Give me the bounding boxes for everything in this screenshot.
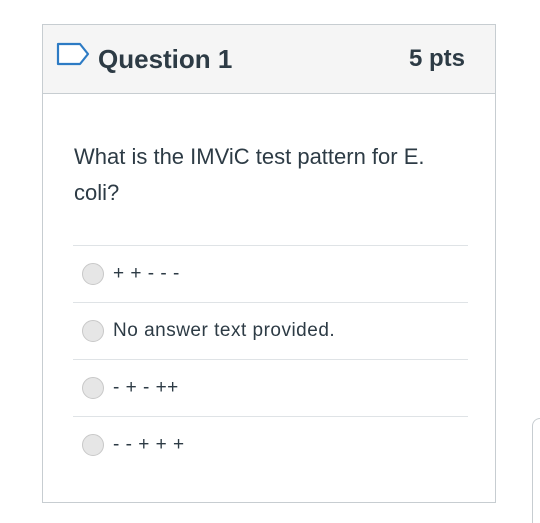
quiz-page: Question 1 5 pts What is the IMViC test … [0,0,540,523]
radio-button[interactable] [82,263,104,285]
answer-label[interactable]: + + - - - [113,260,180,288]
flag-outline-icon[interactable] [56,42,90,66]
radio-button[interactable] [82,377,104,399]
question-points: 5 pts [408,45,465,72]
radio-button[interactable] [82,434,104,456]
answer-list: + + - - - No answer text provided. - + -… [73,245,468,473]
answer-option[interactable]: - - + + + [73,416,468,473]
question-card: Question 1 5 pts What is the IMViC test … [42,24,496,503]
question-header: Question 1 5 pts [43,25,495,94]
question-title: Question 1 [98,44,233,74]
answer-label[interactable]: No answer text provided. [113,317,335,345]
answer-option[interactable]: + + - - - [73,245,468,302]
question-text: What is the IMViC test pattern for E. co… [74,144,425,205]
answer-label[interactable]: - + - ++ [113,374,179,402]
answer-option[interactable]: No answer text provided. [73,302,468,359]
answer-label[interactable]: - - + + + [113,431,185,459]
adjacent-panel-edge [532,418,540,523]
radio-button[interactable] [82,320,104,342]
answer-option[interactable]: - + - ++ [73,359,468,416]
